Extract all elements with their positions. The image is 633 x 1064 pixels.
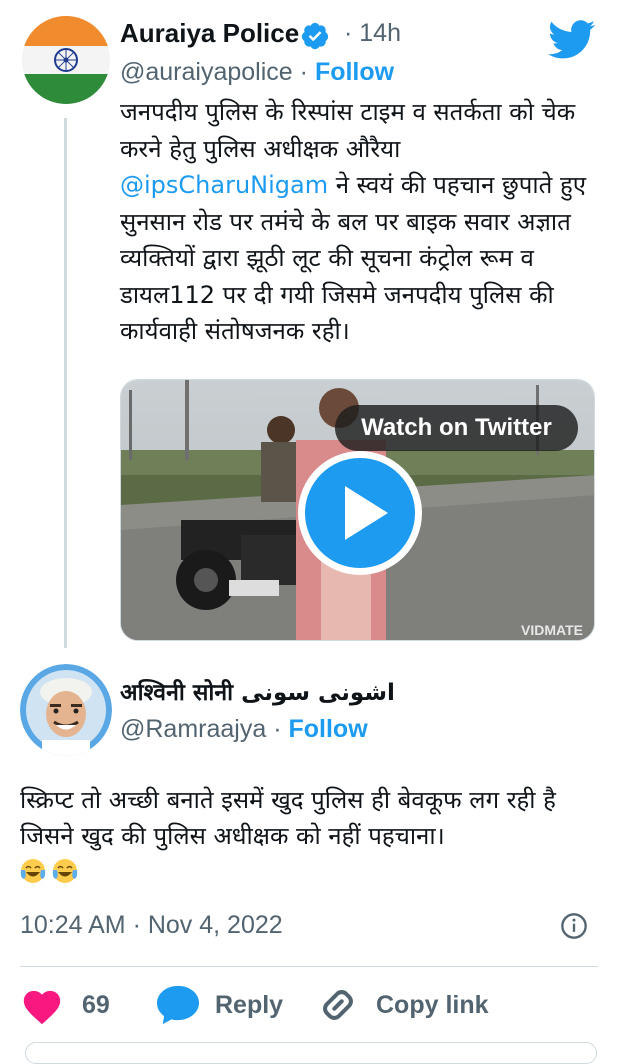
twitter-bird-icon[interactable] <box>548 20 596 60</box>
copy-link-button[interactable]: Copy link <box>316 985 489 1025</box>
watch-on-twitter-button[interactable]: Watch on Twitter <box>335 405 578 451</box>
reply-button[interactable]: Reply <box>155 985 283 1025</box>
verified-badge-icon <box>301 22 329 50</box>
link-icon <box>323 990 353 1020</box>
reply-handle-row: @Ramraajya · Follow <box>120 712 368 746</box>
thread-line <box>64 118 67 648</box>
author-name[interactable]: Auraiya Police <box>120 16 299 50</box>
reply-follow-link[interactable]: Follow <box>289 715 368 743</box>
cartoon-avatar <box>20 664 112 756</box>
like-button[interactable]: 69 <box>20 985 110 1025</box>
reply-bubble-icon <box>157 985 199 1025</box>
video-watermark: VIDMATE <box>521 622 583 638</box>
author-avatar[interactable] <box>22 16 110 104</box>
mention-link[interactable]: @ipsCharuNigam <box>120 171 328 199</box>
tears-of-joy-emoji-icon <box>52 859 78 883</box>
handle-separator: · <box>299 58 308 86</box>
reply-timestamp[interactable]: 10:24 AM · Nov 4, 2022 <box>20 907 283 943</box>
reply-handle-separator: · <box>273 715 282 743</box>
tears-of-joy-emoji-icon <box>20 859 46 883</box>
copy-link-label: Copy link <box>376 990 489 1019</box>
reply-label: Reply <box>215 990 284 1019</box>
follow-link[interactable]: Follow <box>315 58 394 86</box>
india-flag-avatar <box>22 16 110 104</box>
reply-text: स्क्रिप्ट तो अच्छी बनाते इसमें खुद पुलिस… <box>20 782 605 890</box>
tweet-text-part1: जनपदीय पुलिस के रिस्पांस टाइम व सतर्कता … <box>120 98 576 163</box>
reply-author-name[interactable]: अश्विनी सोनी اشونی سونی <box>120 676 395 710</box>
divider <box>20 966 598 967</box>
reply-author-avatar[interactable] <box>20 664 112 756</box>
reply-author-handle[interactable]: @Ramraajya <box>120 715 266 743</box>
play-icon[interactable] <box>295 448 425 578</box>
tweet-time[interactable]: · 14h <box>344 16 401 50</box>
author-handle-row: @auraiyapolice · Follow <box>120 55 394 89</box>
tweet-time-value[interactable]: 14h <box>359 19 401 47</box>
info-icon[interactable] <box>560 912 588 940</box>
reply-text-body: स्क्रिप्ट तो अच्छी बनाते इसमें खुद पुलिस… <box>20 786 556 850</box>
author-handle[interactable]: @auraiyapolice <box>120 58 293 86</box>
heart-icon <box>23 990 61 1025</box>
read-replies-button[interactable] <box>25 1042 597 1064</box>
tweet-text: जनपदीय पुलिस के रिस्पांस टाइम व सतर्कता … <box>120 94 600 350</box>
like-count: 69 <box>82 990 110 1019</box>
